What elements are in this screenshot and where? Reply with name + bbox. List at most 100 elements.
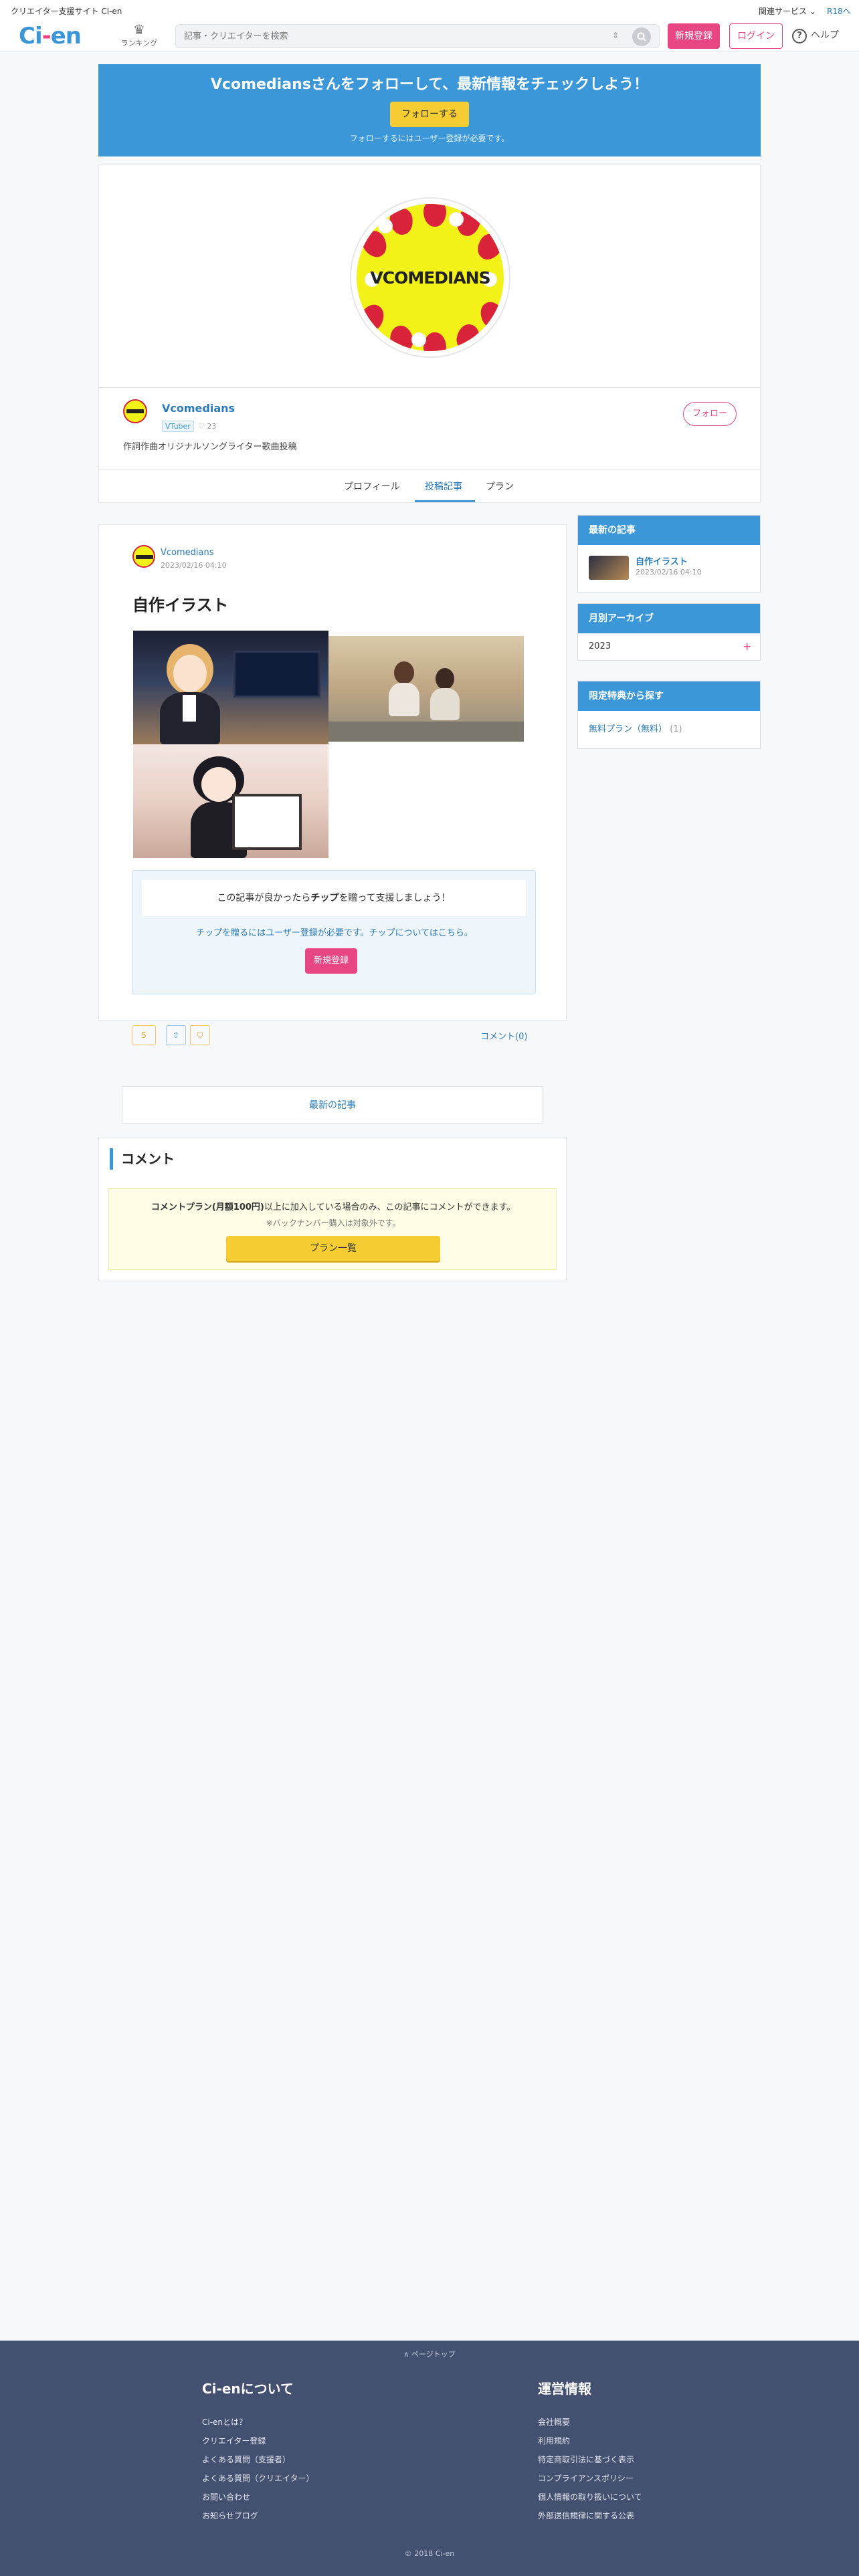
fan-count: ♡ 23 [198,422,217,431]
backnumber-note: ※バックナンバー購入は対象外です。 [266,1218,401,1228]
comment-plan-rest: 以上に加入している場合のみ、この記事にコメントができます。 [264,1202,516,1212]
logo-ci: Ci [19,23,43,49]
chevron-down-icon: ⌄ [809,7,816,16]
article-author-avatar[interactable] [132,545,155,568]
free-plan-label: 無料プラン（無料） [589,724,668,734]
cover-logo-text: VCOMEDIANS [370,268,490,288]
search-button[interactable] [632,27,651,46]
banner-note: フォローするにはユーザー登録が必要です。 [349,134,510,143]
help-link[interactable]: ? ヘルプ [792,28,839,43]
illustration-image[interactable] [133,631,328,744]
creator-avatar[interactable] [123,399,147,423]
main-header: Ci-en ♛ ランキング ⇕ 新規登録 ログイン ? ヘルプ [0,20,859,52]
tip-message-bold: チップ [310,893,339,903]
logo-dash: - [41,23,52,49]
illustration-image[interactable] [133,744,328,858]
plan-list-button[interactable]: プラン一覧 [226,1236,440,1261]
bookmark-button[interactable]: ⛉ [190,1025,210,1045]
help-label: ヘルプ [811,30,839,41]
crown-icon: ♛ [133,21,145,37]
site-footer: ∧ ページトップ Ci-enについて Ci-enとは？ クリエイター登録 よくあ… [0,2341,859,2576]
footer-about-column: Ci-enについて Ci-enとは？ クリエイター登録 よくある質問（支援者） … [202,2378,314,2529]
comment-heading: コメント [110,1148,175,1170]
ci-en-logo[interactable]: Ci-en [19,23,82,49]
footer-link[interactable]: 特定商取引法に基づく表示 [538,2454,642,2464]
article-date: 2023/02/16 04:10 [161,561,227,570]
related-services-menu[interactable]: 関連サービス ⌄ [759,5,816,17]
archive-year[interactable]: 2023 [589,641,611,651]
free-plan-link[interactable]: 無料プラン（無料） (1) [589,722,682,734]
footer-link[interactable]: 利用規約 [538,2435,642,2446]
footer-link[interactable]: コンプライアンスポリシー [538,2472,642,2483]
help-icon: ? [792,29,807,43]
tip-info-link[interactable]: チップを贈るにはユーザー登録が必要です。チップについてはこちら。 [132,926,537,938]
tip-message-pre: この記事が良かったら [217,893,311,903]
follow-banner: Vcomediansさんをフォローして、最新情報をチェックしよう！ フォローする… [98,64,761,156]
latest-article-title[interactable]: 自作イラスト [636,554,688,567]
latest-article-thumbnail[interactable] [589,556,629,580]
banner-follow-button[interactable]: フォローする [390,102,469,127]
related-services-label: 関連サービス [759,7,807,16]
latest-article-date: 2023/02/16 04:10 [636,568,702,576]
share-icon: ⇧ [172,1031,180,1040]
tip-message-post: を贈って支援しましょう！ [339,893,451,903]
tab-plans[interactable]: プラン [486,479,514,493]
search-input[interactable] [184,29,585,43]
ranking-link[interactable]: ♛ ランキング [119,21,159,48]
tip-box: この記事が良かったらチップを贈って支援しましょう！ チップを贈るにはユーザー登録… [132,870,536,994]
signup-button[interactable]: 新規登録 [668,23,720,49]
footer-link[interactable]: よくある質問（支援者） [202,2454,314,2464]
footer-link[interactable]: お知らせブログ [202,2510,314,2520]
latest-articles-widget: 最新の記事 自作イラスト 2023/02/16 04:10 [577,515,761,593]
monthly-archive-widget: 月別アーカイブ 2023 + [577,603,761,661]
comment-section: コメント コメントプラン(月額100円)以上に加入している場合のみ、この記事にコ… [98,1137,567,1281]
copyright: © 2018 Ci-en [404,2549,455,2558]
widget-header: 限定特典から探す [578,681,760,711]
tip-message: この記事が良かったらチップを贈って支援しましょう！ [142,880,526,916]
widget-header: 月別アーカイブ [578,604,760,633]
latest-articles-button[interactable]: 最新の記事 [122,1086,543,1123]
sort-toggle-icon[interactable]: ⇕ [612,31,619,40]
logo-en: en [50,23,82,49]
login-button[interactable]: ログイン [729,23,783,49]
site-label: クリエイター支援サイト Ci-en [11,7,122,16]
ranking-label: ランキング [120,39,158,47]
creator-category-tag[interactable]: VTuber [162,421,194,432]
comment-plan-message: コメントプラン(月額100円)以上に加入している場合のみ、この記事にコメントがで… [109,1200,557,1212]
footer-link[interactable]: Ci-enとは？ [202,2416,314,2427]
benefits-widget: 限定特典から探す 無料プラン（無料） (1) [577,681,761,749]
creator-cover-logo: VCOMEDIANS [351,199,509,356]
tab-posts[interactable]: 投稿記事 [425,479,462,493]
article-author[interactable]: Vcomedians [161,548,214,558]
footer-link[interactable]: 会社概要 [538,2416,642,2427]
footer-operations-column: 運営情報 会社概要 利用規約 特定商取引法に基づく表示 コンプライアンスポリシー… [538,2378,642,2529]
active-tab-indicator [415,500,475,502]
r18-link[interactable]: R18へ [827,5,851,17]
article-title: 自作イラスト [132,596,229,615]
creator-follow-button[interactable]: フォロー [683,402,737,426]
creator-tabs: プロフィール 投稿記事 プラン [99,469,760,503]
footer-link[interactable]: クリエイター登録 [202,2435,314,2446]
creator-name[interactable]: Vcomedians [162,402,235,415]
like-count: 5 [141,1031,147,1040]
share-button[interactable]: ⇧ [166,1025,186,1045]
footer-link[interactable]: よくある質問（クリエイター） [202,2472,314,2483]
creator-profile-card: VCOMEDIANS Vcomedians VTuber ♡ 23 作詞作曲オリ… [98,165,761,503]
expand-icon[interactable]: + [743,640,751,653]
creator-description: 作詞作曲オリジナルソングライター歌曲投稿 [123,442,297,452]
search-bar: ⇕ [175,24,660,48]
comment-count-link[interactable]: コメント(0) [480,1029,527,1042]
illustration-image[interactable] [328,636,524,742]
tip-signup-button[interactable]: 新規登録 [305,948,357,974]
like-button[interactable]: 5 [132,1025,156,1045]
search-icon [637,32,646,41]
tab-profile[interactable]: プロフィール [344,479,400,493]
footer-link[interactable]: 外部送信規律に関する公表 [538,2510,642,2520]
free-plan-count: (1) [670,724,682,734]
banner-title: Vcomediansさんをフォローして、最新情報をチェックしよう！ [210,76,649,93]
footer-link[interactable]: 個人情報の取り扱いについて [538,2491,642,2502]
widget-header: 最新の記事 [578,516,760,545]
footer-link[interactable]: お問い合わせ [202,2491,314,2502]
page-top-link[interactable]: ∧ ページトップ [0,2349,859,2359]
bookmark-icon: ⛉ [197,1031,203,1040]
